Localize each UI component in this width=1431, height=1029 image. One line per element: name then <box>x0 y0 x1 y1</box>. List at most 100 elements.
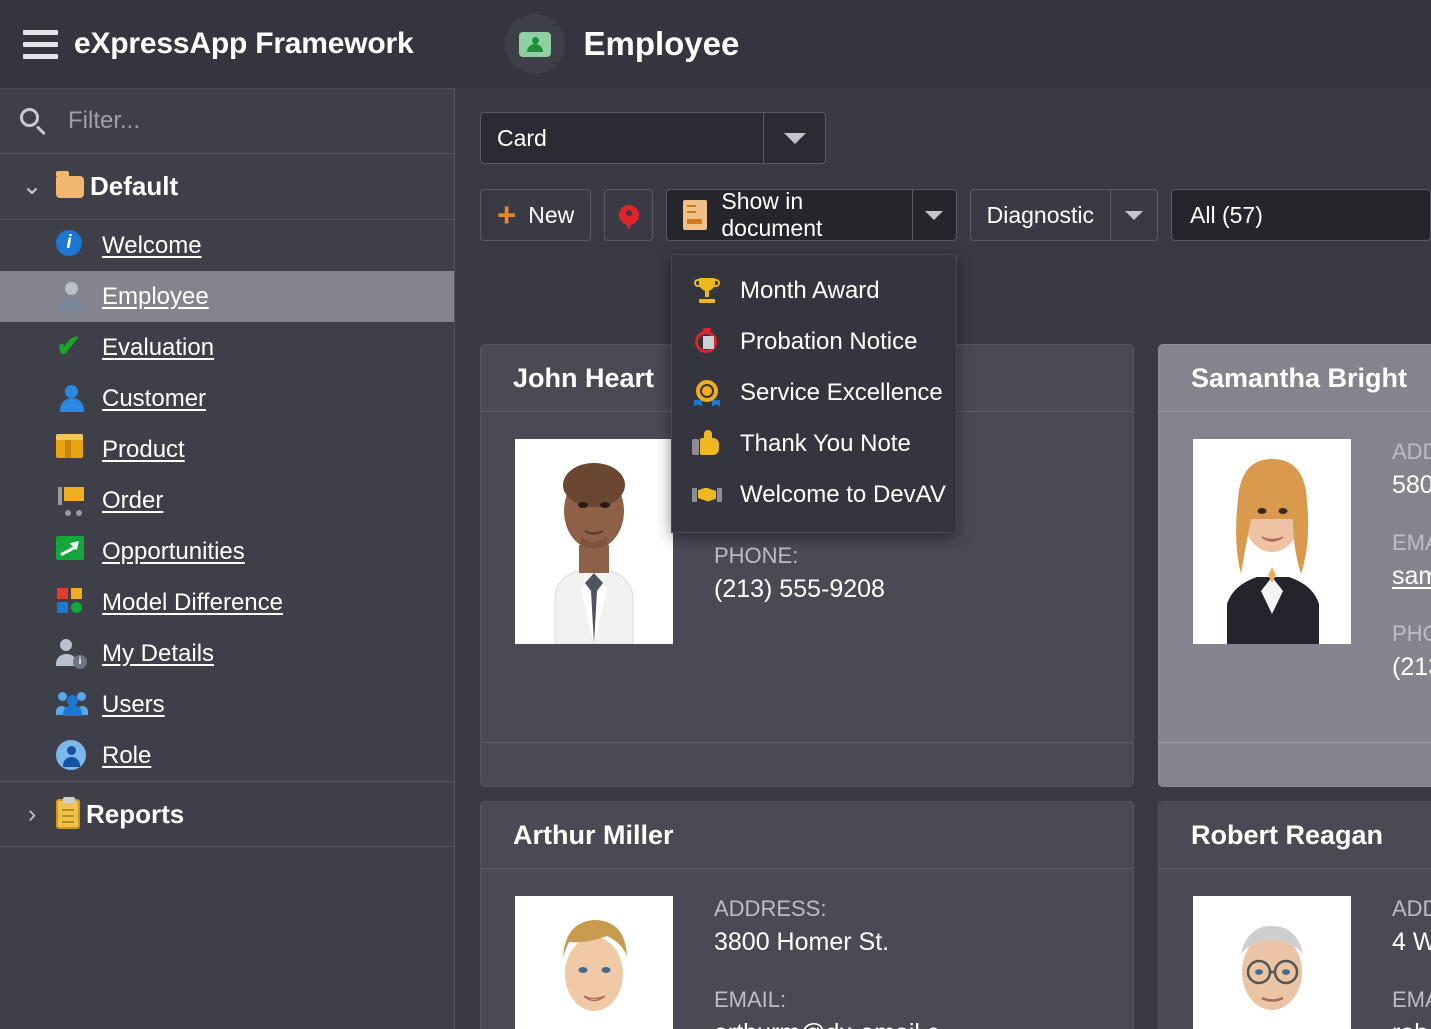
phone-value: (213) <box>1392 653 1431 681</box>
sidebar-item-users[interactable]: Users <box>0 679 454 730</box>
card-fields: ADDRESS: 3800 Homer St. EMAIL: arthurm@d… <box>714 896 960 1029</box>
probation-icon <box>692 327 722 357</box>
view-selector-value: Card <box>497 124 547 151</box>
cart-icon <box>56 485 88 517</box>
filter-input[interactable] <box>68 107 436 135</box>
model-difference-icon <box>56 587 88 619</box>
photo-arthur-miller <box>515 896 673 1029</box>
card-arthur-miller[interactable]: Arthur Miller ADDRESS: 3800 Homer St. EM… <box>480 801 1134 1029</box>
app-brand-title: eXpressApp Framework <box>74 27 414 60</box>
card-samantha-bright[interactable]: Samantha Bright AD 58 EM sa PH (21 <box>1158 344 1431 787</box>
sidebar-item-label: Customer <box>102 384 207 412</box>
user-info-icon: i <box>56 638 88 670</box>
sidebar-item-my-details[interactable]: i My Details <box>0 628 454 679</box>
menu-item-label: Thank You Note <box>740 429 911 457</box>
menu-item-probation-notice[interactable]: Probation Notice <box>672 316 956 367</box>
view-selector[interactable]: Card <box>480 112 826 164</box>
sidebar-item-label: Product <box>102 435 185 463</box>
menu-item-thank-you-note[interactable]: Thank You Note <box>672 418 956 469</box>
email-value[interactable]: arthurm@dx-email.c... <box>714 1019 960 1029</box>
email-value[interactable]: sama <box>1392 562 1431 591</box>
menu-item-label: Probation Notice <box>740 327 918 355</box>
chevron-down-icon[interactable] <box>911 189 957 241</box>
email-label: EMAIL: <box>1392 530 1431 555</box>
sidebar: ⌄ Default i Welcome Employee ✔ Evaluatio… <box>0 88 455 1029</box>
diagnostic-button[interactable]: Diagnostic <box>969 189 1110 241</box>
chevron-down-icon[interactable] <box>763 113 825 163</box>
show-in-document-button[interactable]: Show in document <box>666 188 912 241</box>
email-label: EMAIL: <box>714 987 787 1012</box>
sidebar-item-employee[interactable]: Employee <box>0 271 454 322</box>
folder-icon <box>56 170 84 198</box>
sidebar-item-label: Model Difference <box>102 588 283 616</box>
menu-item-month-award[interactable]: Month Award <box>672 265 956 316</box>
diagnostic-label: Diagnostic <box>986 201 1094 228</box>
chevron-right-icon[interactable]: › <box>8 801 56 827</box>
address-label: ADDRESS: <box>714 896 827 921</box>
page-header: Employee <box>505 14 739 74</box>
sidebar-item-opportunities[interactable]: Opportunities <box>0 526 454 577</box>
main-content: Card + New Show in document Diagnostic A… <box>456 88 1431 1029</box>
map-pin-button[interactable] <box>604 189 654 241</box>
card-title: Robert Reagan <box>1191 819 1384 850</box>
address-label: ADDRESS: <box>1392 439 1431 464</box>
email-label: EMAIL: <box>1392 987 1431 1012</box>
sidebar-item-product[interactable]: Product <box>0 424 454 475</box>
email-value[interactable]: rober <box>1392 1019 1431 1029</box>
view-selector-row: Card <box>456 88 1431 164</box>
chevron-down-icon[interactable]: ⌄ <box>8 174 56 199</box>
menu-item-label: Month Award <box>740 276 880 304</box>
sidebar-item-label: My Details <box>102 639 215 667</box>
sidebar-item-order[interactable]: Order <box>0 475 454 526</box>
sidebar-item-label: Evaluation <box>102 333 215 361</box>
card-fields: ADDRESS: 4 We EMAIL: rober PHONE: <box>1392 896 1431 1029</box>
hamburger-icon[interactable] <box>12 24 68 65</box>
phone-label: PHONE: <box>1392 621 1431 646</box>
menu-item-label: Welcome to DevAV <box>740 480 946 508</box>
map-pin-icon <box>618 205 639 230</box>
photo-john-heart <box>515 439 673 644</box>
card-robert-reagan[interactable]: Robert Reagan AD 4 EM <box>1158 801 1431 1029</box>
app-root: eXpressApp Framework Employee ⌄ Default … <box>0 0 1431 1029</box>
chevron-down-icon[interactable] <box>1110 189 1158 241</box>
show-in-document-menu[interactable]: Month Award Probation Notice Service Exc… <box>671 254 957 533</box>
phone-value: (213) 555-9208 <box>714 575 885 603</box>
menu-item-service-excellence[interactable]: Service Excellence <box>672 367 956 418</box>
new-button[interactable]: + New <box>480 189 592 241</box>
box-icon <box>56 433 88 466</box>
card-header: Samantha Bright <box>1159 345 1431 412</box>
page-title: Employee <box>583 25 740 62</box>
card-title: John Heart <box>513 362 655 393</box>
top-bar: eXpressApp Framework Employee <box>0 0 1431 88</box>
card-header: Arthur Miller <box>481 802 1133 869</box>
photo-robert-reagan <box>1193 896 1351 1029</box>
filter-all-field[interactable]: All (57) <box>1171 189 1431 241</box>
phone-label: PHONE: <box>714 543 799 568</box>
sidebar-group-label: Reports <box>86 798 185 829</box>
thumbs-up-icon <box>692 429 722 459</box>
users-icon <box>56 689 88 721</box>
address-value: 3800 Homer St. <box>714 928 890 956</box>
sidebar-group-default[interactable]: ⌄ Default <box>0 154 454 220</box>
card-title: Arthur Miller <box>513 819 674 850</box>
photo-samantha-bright <box>1193 439 1351 644</box>
sidebar-item-label: Order <box>102 486 164 514</box>
sidebar-item-customer[interactable]: Customer <box>0 373 454 424</box>
menu-item-welcome-to-devav[interactable]: Welcome to DevAV <box>672 469 956 520</box>
sidebar-item-welcome[interactable]: i Welcome <box>0 220 454 271</box>
sidebar-item-evaluation[interactable]: ✔ Evaluation <box>0 322 454 373</box>
address-value: 4 We <box>1392 928 1431 956</box>
card-fields: ADDRESS: 5801 EMAIL: sama PHONE: (213) <box>1392 439 1431 712</box>
diagnostic-split-button[interactable]: Diagnostic <box>969 189 1158 241</box>
sidebar-group-reports[interactable]: › Reports <box>0 781 454 847</box>
document-icon <box>683 200 708 230</box>
card-footer <box>1159 742 1431 786</box>
address-value: 5801 <box>1392 471 1431 499</box>
card-body: ADDRESS: 4 We EMAIL: rober PHONE: <box>1159 869 1431 1029</box>
card-title: Samantha Bright <box>1191 362 1408 393</box>
sidebar-item-model-difference[interactable]: Model Difference <box>0 577 454 628</box>
show-in-document-split-button[interactable]: Show in document <box>666 188 957 241</box>
filter-all-label: All (57) <box>1190 201 1263 228</box>
sidebar-item-role[interactable]: Role <box>0 730 454 781</box>
role-icon <box>56 739 88 772</box>
